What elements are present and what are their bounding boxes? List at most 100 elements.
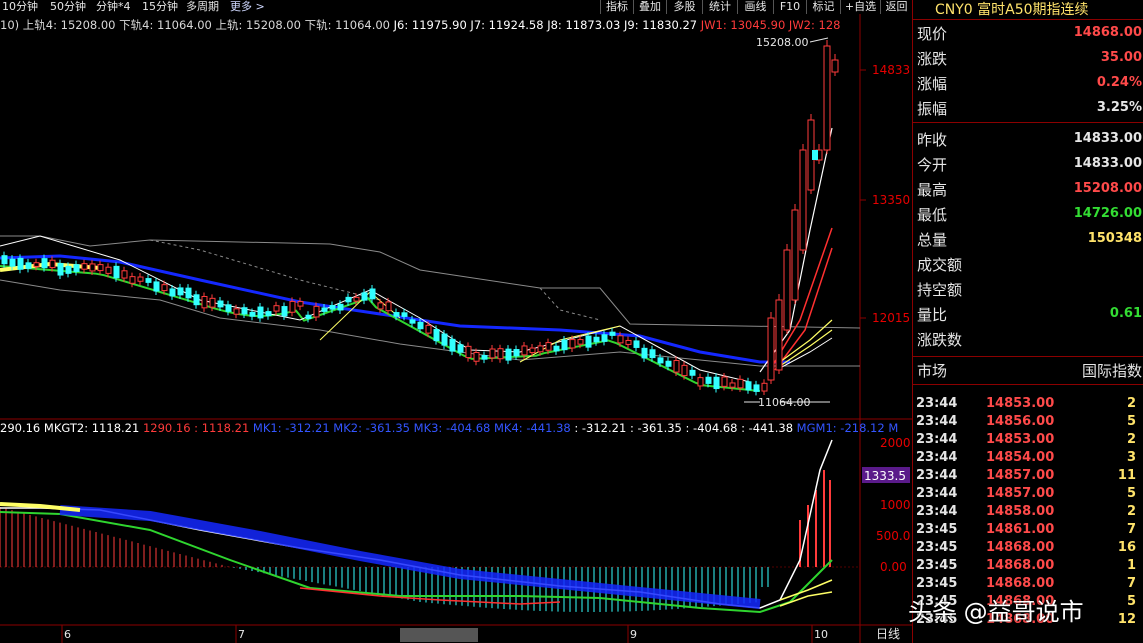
candle-body xyxy=(505,348,512,361)
indicator-value: 上轨4: 15208.00 xyxy=(19,18,115,32)
candle-body xyxy=(241,307,248,315)
tick-row: 23:44 14853.00 2 xyxy=(913,431,1143,449)
period-50min[interactable]: 50分钟 xyxy=(50,0,86,14)
tick-vol: 5 xyxy=(1126,414,1136,429)
tick-row: 23:44 14856.00 5 xyxy=(913,413,1143,431)
candle-body xyxy=(713,376,720,390)
candle-body xyxy=(329,305,336,310)
quote-row: 持空额 xyxy=(913,277,1143,302)
indicator-value: MKGT2: 1118.21 xyxy=(40,421,139,435)
quote-label: 持空额 xyxy=(917,281,963,299)
candle-body xyxy=(812,150,818,160)
multi-stock-button[interactable]: 多股 xyxy=(666,0,702,14)
quote-row: 涨跌数 xyxy=(913,327,1143,352)
quote-value: 14833.00 xyxy=(1073,131,1142,146)
candle-body xyxy=(97,264,104,272)
watermark: 头条 @益哥说市 xyxy=(908,598,1084,626)
quote-value: 15208.00 xyxy=(1073,181,1142,196)
indicator-value: JW2: 128 xyxy=(785,18,840,32)
candle-body xyxy=(831,59,839,73)
quote-label: 量比 xyxy=(917,306,948,324)
candle-body xyxy=(249,311,256,317)
candle-body xyxy=(265,311,272,317)
candle-body xyxy=(681,364,688,377)
date-label: 7 xyxy=(238,628,245,641)
quote-value: 14833.00 xyxy=(1073,156,1142,171)
candle-body xyxy=(561,339,568,351)
quote-value: 14726.00 xyxy=(1073,206,1142,221)
quote-panel: CNY0 富时A50期指连续 现价 14868.00 涨跌 35.00 涨幅 0.24% 振… xyxy=(912,0,1143,643)
period-multi[interactable]: 多周期 xyxy=(186,0,219,14)
tick-time: 23:44 xyxy=(916,468,958,483)
date-label: 10 xyxy=(814,628,828,641)
candle-body xyxy=(377,302,384,310)
statistics-button[interactable]: 统计 xyxy=(702,0,737,14)
overlay-button[interactable]: 叠加 xyxy=(633,0,666,14)
tick-vol: 2 xyxy=(1126,396,1136,411)
tick-vol: 5 xyxy=(1126,486,1136,501)
date-label: 6 xyxy=(64,628,71,641)
f10-button[interactable]: F10 xyxy=(773,0,806,14)
period-10min[interactable]: 10分钟 xyxy=(2,0,38,14)
indicator-value: : -404.68 xyxy=(682,421,738,435)
candle-body xyxy=(409,319,416,324)
candle-body xyxy=(417,321,424,330)
candle-body xyxy=(257,306,264,319)
candle-body xyxy=(169,288,176,297)
period-more[interactable]: 更多 > xyxy=(230,0,265,14)
macd-values: 290.16 MKGT2: 1118.21 1290.16 : 1118.21 … xyxy=(0,421,898,435)
candle-body xyxy=(593,336,600,343)
tick-price: 14853.00 xyxy=(986,432,1055,447)
kline-chart[interactable]: 10) 上轨4: 15208.00 下轨4: 11064.00 上轨: 1520… xyxy=(0,14,912,643)
period-min-x4[interactable]: 分钟*4 xyxy=(96,0,131,14)
period-15min[interactable]: 15分钟 xyxy=(142,0,178,14)
candle-body xyxy=(289,300,296,313)
add-watchlist-button[interactable]: +自选 xyxy=(840,0,880,14)
tick-time: 23:45 xyxy=(916,522,958,537)
candle-body xyxy=(217,300,224,308)
indicator-value: : -441.38 xyxy=(737,421,793,435)
candle-body xyxy=(161,284,168,292)
tick-row: 23:45 14868.00 1 xyxy=(913,557,1143,575)
tick-time: 23:45 xyxy=(916,540,958,555)
tick-vol: 1 xyxy=(1126,558,1136,573)
tick-row: 23:44 14854.00 3 xyxy=(913,449,1143,467)
tick-row: 23:44 14858.00 2 xyxy=(913,503,1143,521)
mark-button[interactable]: 标记 xyxy=(806,0,840,14)
quote-label: 现价 xyxy=(917,25,948,43)
candle-body xyxy=(823,45,831,151)
price-tick: 14833 xyxy=(872,63,910,77)
candle-body xyxy=(705,376,712,384)
indicator-value: JW1: 13045.90 xyxy=(697,18,785,32)
macd-current-label: 1333.5 xyxy=(864,469,906,483)
tick-row: 23:44 14857.00 11 xyxy=(913,467,1143,485)
quote-row: 涨跌 35.00 xyxy=(913,46,1143,71)
candle-body xyxy=(513,349,520,357)
tick-vol: 16 xyxy=(1117,540,1136,555)
tick-row: 23:45 14868.00 16 xyxy=(913,539,1143,557)
period-day-button[interactable]: 日线 xyxy=(876,627,900,641)
tick-price: 14857.00 xyxy=(986,486,1055,501)
quote-row: 最高 15208.00 xyxy=(913,177,1143,202)
indicator-button[interactable]: 指标 xyxy=(600,0,633,14)
draw-line-button[interactable]: 画线 xyxy=(737,0,773,14)
indicator-values: 10) 上轨4: 15208.00 下轨4: 11064.00 上轨: 1520… xyxy=(0,18,840,32)
candle-body xyxy=(569,339,576,349)
candle-body xyxy=(353,296,360,302)
candle-body xyxy=(25,262,32,269)
divider xyxy=(913,356,1143,357)
candle-body xyxy=(441,333,448,346)
candle-body xyxy=(481,354,488,360)
candle-body xyxy=(129,276,136,284)
quote-label: 涨跌 xyxy=(917,50,948,68)
tick-time: 23:44 xyxy=(916,432,958,447)
quote-label: 涨幅 xyxy=(917,75,948,93)
back-button[interactable]: 返回 xyxy=(880,0,912,14)
candle-body xyxy=(657,357,664,364)
indicator-value: 上轨: 15208.00 xyxy=(212,18,301,32)
indicator-value: 下轨4: 11064.00 xyxy=(116,18,212,32)
candle-body xyxy=(601,334,608,342)
indicator-value: 10) xyxy=(0,18,19,32)
indicator-value: : -312.21 xyxy=(571,421,627,435)
high-label: 15208.00 xyxy=(756,36,809,49)
